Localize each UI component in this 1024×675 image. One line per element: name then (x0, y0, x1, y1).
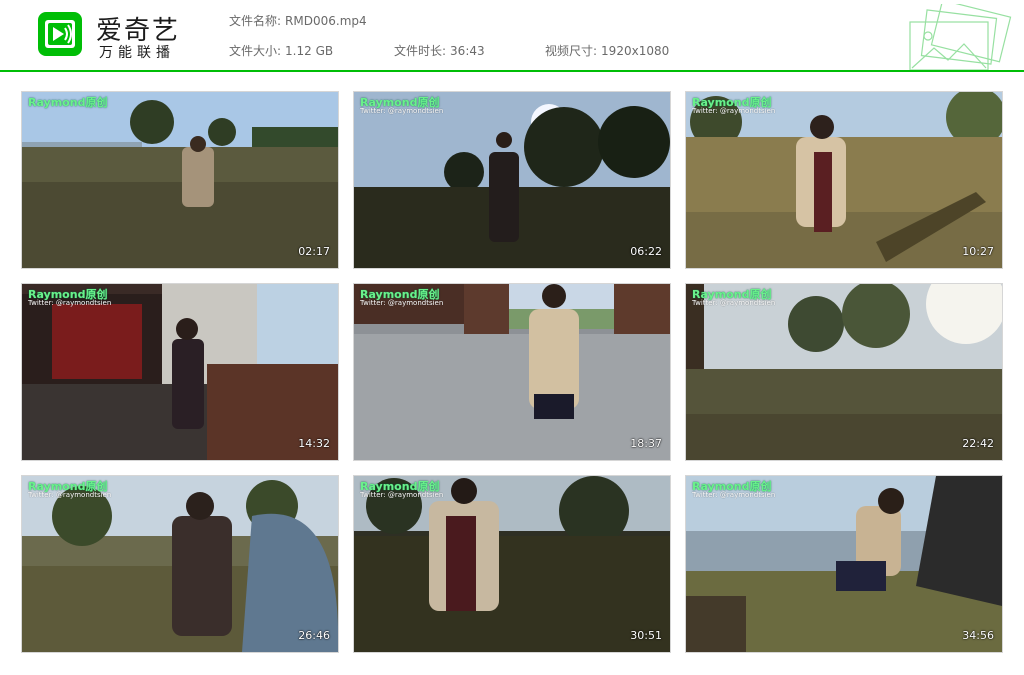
picture-frames-decoration-icon (909, 4, 1012, 71)
thumbnail-frame-image (686, 284, 1002, 460)
video-thumbnail[interactable]: Raymond原创 Twitter: @raymondtsien 06:22 (353, 91, 671, 269)
file-duration-info: 文件时长: 36:43 (394, 42, 485, 59)
thumbnail-frame-image (22, 92, 338, 268)
thumbnail-frame-image (354, 92, 670, 268)
file-name-label: 文件名称: (229, 14, 282, 28)
video-thumbnail[interactable]: Raymond原创 Twitter: @raymondtsien 34:56 (685, 475, 1003, 653)
thumbnail-timestamp: 34:56 (962, 629, 994, 642)
thumbnail-frame-image (686, 92, 1002, 268)
file-size-value: 1.12 GB (285, 44, 334, 58)
thumbnail-timestamp: 02:17 (298, 245, 330, 258)
brand-subtitle: 万能联播 (99, 45, 175, 61)
video-thumbnail[interactable]: Raymond原创 Twitter: @raymondtsien 22:42 (685, 283, 1003, 461)
thumbnail-frame-image (686, 476, 1002, 652)
video-thumbnail[interactable]: Raymond原创 02:17 (21, 91, 339, 269)
watermark-twitter: Twitter: @raymondtsien (692, 299, 776, 307)
video-thumbnail[interactable]: Raymond原创 Twitter: @raymondtsien 10:27 (685, 91, 1003, 269)
video-thumbnail[interactable]: Raymond原创 Twitter: @raymondtsien 26:46 (21, 475, 339, 653)
thumbnail-timestamp: 10:27 (962, 245, 994, 258)
watermark-twitter: Twitter: @raymondtsien (28, 299, 112, 307)
watermark-twitter: Twitter: @raymondtsien (28, 491, 112, 499)
header-divider (0, 70, 1024, 72)
watermark-twitter: Twitter: @raymondtsien (692, 491, 776, 499)
video-thumbnail[interactable]: Raymond原创 Twitter: @raymondtsien 30:51 (353, 475, 671, 653)
watermark-twitter: Twitter: @raymondtsien (692, 107, 776, 115)
file-size-label: 文件大小: (229, 44, 282, 58)
thumbnail-timestamp: 14:32 (298, 437, 330, 450)
video-dimension-info: 视频尺寸: 1920x1080 (545, 42, 669, 59)
watermark-twitter: Twitter: @raymondtsien (360, 107, 444, 115)
header: 爱奇艺 万能联播 文件名称: RMD006.mp4 文件大小: 1.12 GB 文件… (0, 0, 1024, 72)
watermark-title: Raymond原创 (28, 96, 108, 109)
video-thumbnail[interactable]: Raymond原创 Twitter: @raymondtsien 14:32 (21, 283, 339, 461)
thumbnail-timestamp: 18:37 (630, 437, 662, 450)
file-size-info: 文件大小: 1.12 GB (229, 42, 333, 59)
watermark-twitter: Twitter: @raymondtsien (360, 491, 444, 499)
thumbnail-timestamp: 30:51 (630, 629, 662, 642)
thumbnail-timestamp: 26:46 (298, 629, 330, 642)
file-name-value: RMD006.mp4 (285, 14, 367, 28)
file-duration-label: 文件时长: (394, 44, 447, 58)
watermark-twitter: Twitter: @raymondtsien (360, 299, 444, 307)
iqiyi-logo-icon (38, 12, 82, 56)
thumbnail-timestamp: 22:42 (962, 437, 994, 450)
thumbnail-timestamp: 06:22 (630, 245, 662, 258)
video-dimension-value: 1920x1080 (601, 44, 670, 58)
video-thumbnail[interactable]: Raymond原创 Twitter: @raymondtsien 18:37 (353, 283, 671, 461)
video-dimension-label: 视频尺寸: (545, 44, 598, 58)
file-name-info: 文件名称: RMD006.mp4 (229, 12, 367, 29)
file-duration-value: 36:43 (450, 44, 485, 58)
thumbnail-frame-image (22, 476, 338, 652)
thumbnail-frame-image (354, 284, 670, 460)
thumbnail-frame-image (22, 284, 338, 460)
thumbnail-frame-image (354, 476, 670, 652)
